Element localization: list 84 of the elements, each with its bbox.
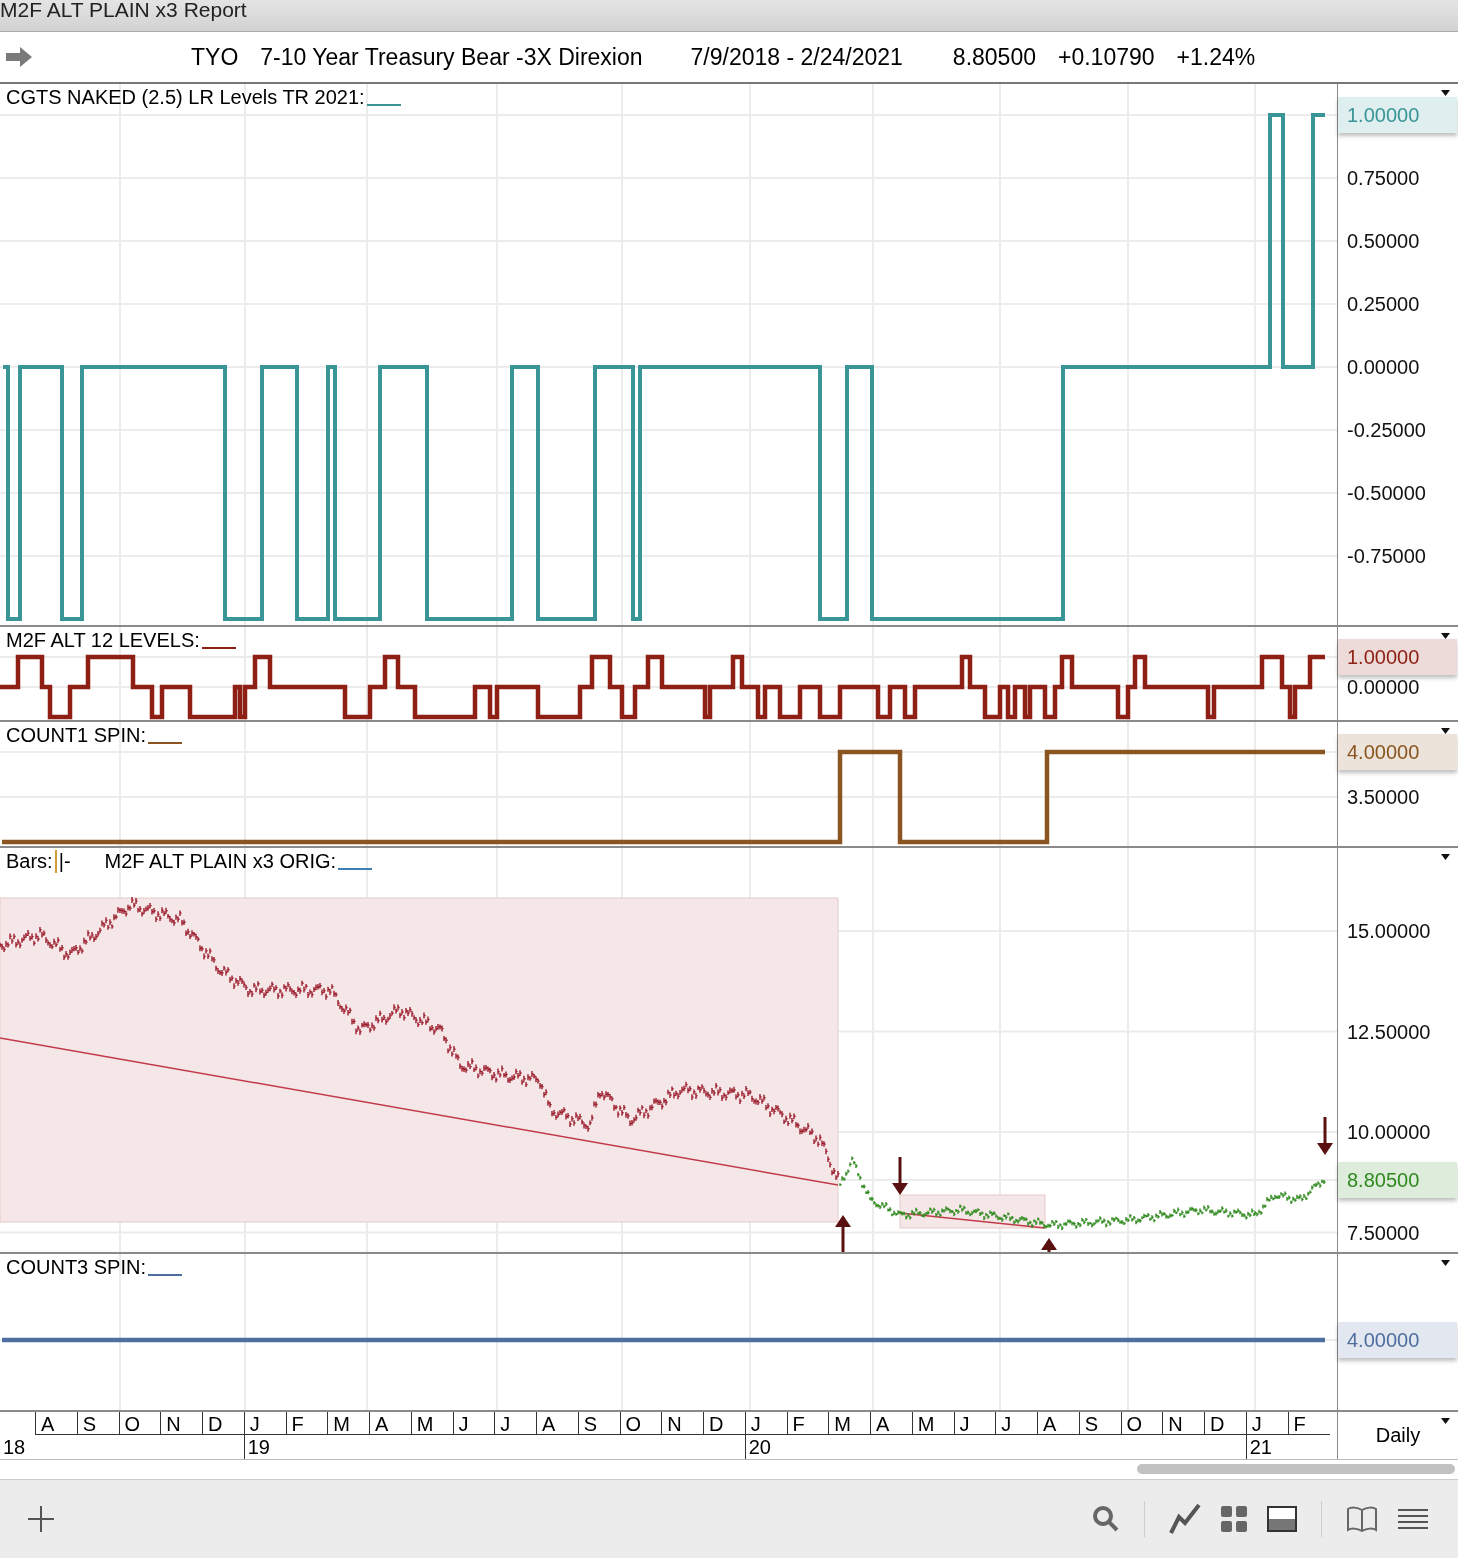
month-label: O [1120, 1412, 1163, 1435]
axis-label: 0.25000 [1346, 292, 1421, 317]
indicator-title: M2F ALT PLAIN x3 ORIG: [104, 850, 337, 873]
axis-label: 3.50000 [1346, 785, 1421, 810]
axis-label: 4.00000 [1338, 734, 1457, 770]
indicator-title: CGTS NAKED (2.5) LR Levels TR 2021: [6, 86, 365, 109]
grid-icon[interactable] [1221, 1506, 1247, 1532]
month-label: A [1037, 1412, 1079, 1435]
arrow-icon[interactable] [5, 46, 33, 68]
instrument-name: 7-10 Year Treasury Bear -3X Direxion [260, 43, 643, 71]
month-label: S [1078, 1412, 1121, 1435]
month-label: A [35, 1412, 77, 1435]
month-label: M [828, 1412, 871, 1435]
month-label: F [285, 1412, 328, 1435]
axis-label: 0.50000 [1346, 229, 1421, 254]
down-arrow [892, 1157, 908, 1195]
date-range: 7/9/2018 - 2/24/2021 [690, 43, 903, 71]
axis-label: -0.50000 [1346, 481, 1427, 506]
month-label: M [410, 1412, 453, 1435]
month-label: J [494, 1412, 537, 1435]
axis-label: 4.00000 [1338, 1322, 1457, 1358]
axis-label: -0.25000 [1346, 418, 1427, 443]
interval-dropdown[interactable]: Daily [1375, 1424, 1421, 1447]
month-label: J [953, 1412, 996, 1435]
window-title: M2F ALT PLAIN x3 Report [0, 0, 247, 20]
axis-label: 0.00000 [1346, 355, 1421, 380]
month-label: O [619, 1412, 662, 1435]
axis-label: -0.75000 [1346, 544, 1427, 569]
month-label: O [118, 1412, 161, 1435]
up-arrow [1041, 1238, 1057, 1252]
year-label: 21 [1245, 1435, 1272, 1459]
line-chart-icon[interactable] [1169, 1503, 1201, 1535]
indicator-title: COUNT3 SPIN: [6, 1256, 147, 1279]
axis-label: 12.50000 [1346, 1019, 1432, 1045]
month-label: J [744, 1412, 787, 1435]
month-label: J [243, 1412, 286, 1435]
month-label: F [1287, 1412, 1330, 1435]
symbol: TYO [191, 43, 239, 71]
year-label: 18 [2, 1435, 26, 1459]
axis-label: 0.00000 [1346, 675, 1421, 700]
axis-label: 8.80500 [1338, 1162, 1457, 1199]
panel-icon[interactable] [1267, 1506, 1297, 1532]
indicator-title: COUNT1 SPIN: [6, 724, 147, 747]
month-label: N [1162, 1412, 1205, 1435]
axis-label: 7.50000 [1346, 1220, 1421, 1246]
month-label: N [661, 1412, 704, 1435]
month-label: F [786, 1412, 829, 1435]
caret-icon[interactable] [1441, 1418, 1450, 1424]
book-icon[interactable] [1346, 1506, 1378, 1532]
scrollbar-thumb[interactable] [1137, 1464, 1455, 1474]
month-label: J [1245, 1412, 1288, 1435]
down-arrow [1317, 1117, 1333, 1155]
month-label: D [202, 1412, 244, 1435]
axis-label: 1.00000 [1338, 639, 1457, 675]
caret-icon[interactable] [1441, 1260, 1450, 1266]
month-label: S [76, 1412, 119, 1435]
month-label: J [452, 1412, 495, 1435]
percent-change: +1.24% [1176, 43, 1256, 71]
month-label: S [577, 1412, 620, 1435]
axis-label: 10.00000 [1346, 1120, 1432, 1145]
month-label: D [703, 1412, 745, 1435]
add-icon[interactable] [26, 1504, 56, 1534]
month-label: A [369, 1412, 411, 1435]
month-label: A [870, 1412, 912, 1435]
indicator-title: M2F ALT 12 LEVELS: [6, 629, 200, 652]
year-label: 20 [744, 1435, 771, 1459]
axis-label: 0.75000 [1346, 166, 1421, 191]
search-icon[interactable] [1092, 1505, 1120, 1533]
menu-icon[interactable] [1398, 1508, 1428, 1530]
last-price: 8.80500 [952, 43, 1036, 71]
month-label: J [995, 1412, 1038, 1435]
axis-label: 1.00000 [1338, 97, 1457, 133]
caret-icon[interactable] [1441, 854, 1450, 860]
axis-label: 15.00000 [1346, 919, 1432, 944]
month-label: N [160, 1412, 203, 1435]
month-label: D [1204, 1412, 1246, 1435]
price-change: +0.10790 [1058, 43, 1155, 71]
month-label: A [536, 1412, 578, 1435]
year-label: 19 [243, 1435, 270, 1459]
bars-label: Bars: [6, 850, 53, 873]
month-label: M [327, 1412, 370, 1435]
bars-style[interactable]: |- [54, 850, 71, 873]
month-label: M [911, 1412, 954, 1435]
up-arrow [835, 1215, 851, 1252]
